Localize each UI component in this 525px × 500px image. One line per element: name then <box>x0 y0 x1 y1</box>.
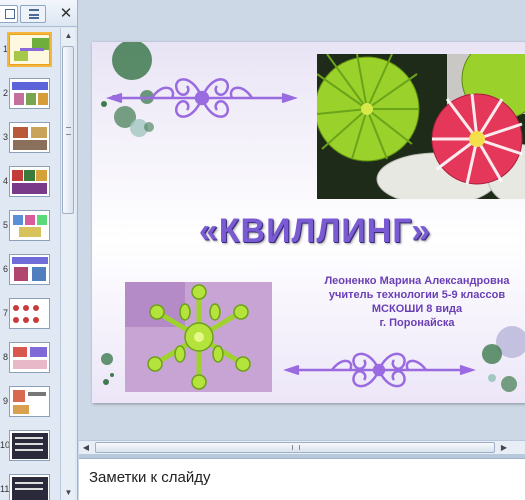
thumbnail-number: 6 <box>2 264 8 274</box>
thumbnail-row[interactable]: 4 <box>0 164 60 204</box>
slide-thumbnail-pane: ✕ 1 2 3 4 5 6 7 8 9 10 11 ▲ ▼ <box>0 0 78 500</box>
decor-circle <box>488 374 496 382</box>
scroll-left-arrow-icon[interactable]: ◀ <box>79 441 93 454</box>
thumbnail-scrollbar[interactable]: ▲ ▼ <box>60 28 75 500</box>
slide-thumbnail-8[interactable] <box>9 342 50 373</box>
thumbnail-row[interactable]: 8 <box>0 340 60 380</box>
thumbnail-number: 3 <box>2 132 8 142</box>
decor-circle <box>112 42 152 80</box>
ornament-bottom <box>283 352 476 388</box>
thumbnail-number: 11 <box>0 484 10 494</box>
thumbnail-row[interactable]: 9 <box>0 384 60 424</box>
thumbnail-number: 8 <box>2 352 8 362</box>
thumbnail-number: 10 <box>0 440 11 450</box>
notes-pane[interactable]: Заметки к слайду <box>79 458 525 500</box>
thumbnail-row[interactable]: 10 <box>0 428 60 468</box>
decor-circle <box>103 379 109 385</box>
thumbnail-number: 4 <box>2 176 8 186</box>
slide-thumbnail-11[interactable] <box>9 474 50 500</box>
thumbnail-row[interactable]: 11 <box>0 472 60 500</box>
slide-title[interactable]: «КВИЛЛИНГ» <box>180 212 450 251</box>
thumbnail-row[interactable]: 1 <box>0 32 60 72</box>
ornament-top <box>106 78 298 118</box>
decor-circle <box>110 373 114 377</box>
thumbnail-row[interactable]: 6 <box>0 252 60 292</box>
slide-edit-area: «КВИЛЛИНГ» Леоненко Марина Александровна… <box>79 0 525 440</box>
slide-thumbnail-3[interactable] <box>9 122 50 153</box>
decor-circle <box>101 353 113 365</box>
slide-thumbnail-6[interactable] <box>9 254 50 285</box>
quilling-snowflake-photo[interactable] <box>125 282 272 392</box>
slide-thumbnail-5[interactable] <box>9 210 50 241</box>
thumbnail-row[interactable]: 3 <box>0 120 60 160</box>
scrollbar-thumb[interactable] <box>62 46 74 214</box>
slide-thumbnail-2[interactable] <box>9 78 50 109</box>
slide-thumbnail-9[interactable] <box>9 386 50 417</box>
thumbnail-number: 7 <box>2 308 8 318</box>
notes-placeholder[interactable]: Заметки к слайду <box>89 469 211 486</box>
scroll-right-arrow-icon[interactable]: ▶ <box>497 441 511 454</box>
decor-circle <box>101 101 107 107</box>
thumbnail-number: 2 <box>2 88 8 98</box>
slide-thumbnail-10[interactable] <box>9 430 50 461</box>
decor-circle <box>482 344 502 364</box>
slides-tab[interactable] <box>0 5 18 23</box>
thumbnail-row[interactable]: 5 <box>0 208 60 248</box>
thumbnail-number: 1 <box>2 44 8 54</box>
slide-thumbnail-4[interactable] <box>9 166 50 197</box>
horizontal-scrollbar[interactable]: ◀ ▶ <box>79 440 525 454</box>
thumbnail-number: 9 <box>2 396 8 406</box>
horizontal-scrollbar-thumb[interactable] <box>95 442 495 453</box>
quilling-flowers-photo[interactable] <box>317 54 525 199</box>
pane-tabs: ✕ <box>0 0 77 27</box>
thumbnail-row[interactable]: 7 <box>0 296 60 336</box>
outline-tab-icon <box>29 9 39 19</box>
thumbnail-row[interactable]: 2 <box>0 76 60 116</box>
outline-tab[interactable] <box>20 5 46 23</box>
slide-thumbnail-1[interactable] <box>7 32 52 67</box>
thumbnail-list: 1 2 3 4 5 6 7 8 9 10 11 <box>0 28 60 500</box>
author-block[interactable]: Леоненко Марина Александровна учитель те… <box>297 274 525 330</box>
thumbnail-number: 5 <box>2 220 8 230</box>
author-position: учитель технологии 5-9 классов <box>328 289 506 301</box>
slide-thumbnail-7[interactable] <box>9 298 50 329</box>
decor-circle <box>144 122 154 132</box>
author-city: г. Поронайска <box>379 317 455 329</box>
decor-circle <box>501 376 517 392</box>
scroll-down-arrow-icon[interactable]: ▼ <box>61 485 76 500</box>
author-school: МСКОШИ 8 вида <box>371 303 463 315</box>
scroll-up-arrow-icon[interactable]: ▲ <box>61 28 76 43</box>
author-name: Леоненко Марина Александровна <box>324 275 510 287</box>
slide-canvas[interactable]: «КВИЛЛИНГ» Леоненко Марина Александровна… <box>92 42 525 403</box>
slides-tab-icon <box>5 9 15 19</box>
close-pane-button[interactable]: ✕ <box>58 6 74 22</box>
